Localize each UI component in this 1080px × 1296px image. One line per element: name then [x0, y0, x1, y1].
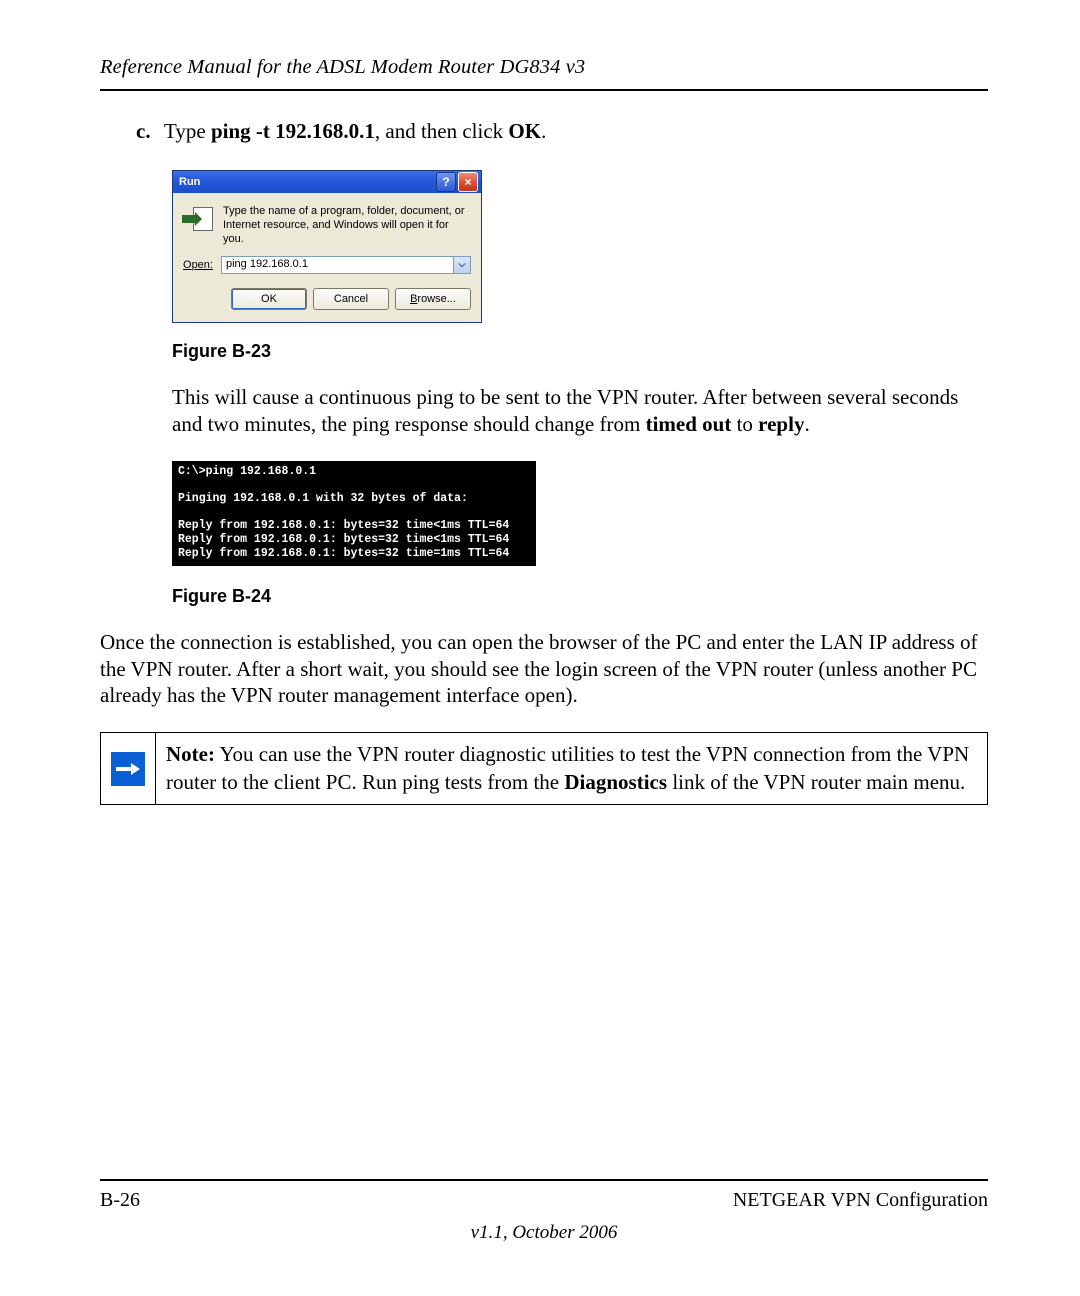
page-footer: B-26 NETGEAR VPN Configuration v1.1, Oct…: [100, 1179, 988, 1244]
page-number: B-26: [100, 1189, 140, 1212]
footer-version: v1.1, October 2006: [100, 1222, 988, 1244]
step-instruction: c.Type ping -t 192.168.0.1, and then cli…: [136, 119, 988, 144]
step-prefix: Type: [164, 119, 211, 143]
run-body: Type the name of a program, folder, docu…: [173, 193, 481, 254]
open-label: Open:: [183, 259, 213, 271]
paragraph-connection: Once the connection is established, you …: [100, 629, 988, 708]
figure-run-dialog: Run ? × Type the name of a program, fold…: [172, 170, 988, 323]
chevron-down-icon[interactable]: [453, 257, 470, 273]
footer-rule: [100, 1179, 988, 1181]
footer-row: B-26 NETGEAR VPN Configuration: [100, 1189, 988, 1212]
note-icon-cell: [101, 733, 156, 804]
console-output: C:\>ping 192.168.0.1 Pinging 192.168.0.1…: [172, 461, 536, 566]
header-title: Reference Manual for the ADSL Modem Rout…: [100, 56, 585, 78]
step-command: ping -t 192.168.0.1: [211, 119, 375, 143]
run-dialog: Run ? × Type the name of a program, fold…: [172, 170, 482, 323]
help-icon[interactable]: ?: [436, 172, 456, 192]
cancel-button[interactable]: Cancel: [313, 288, 389, 310]
step-mid: , and then click: [375, 119, 509, 143]
open-input[interactable]: ping 192.168.0.1: [221, 256, 471, 274]
step-suffix: .: [541, 119, 546, 143]
open-row: Open: ping 192.168.0.1: [173, 254, 481, 288]
step-ok: OK: [508, 119, 541, 143]
ok-button[interactable]: OK: [231, 288, 307, 310]
step-marker: c.: [136, 119, 164, 144]
browse-button[interactable]: Browse...: [395, 288, 471, 310]
figure-caption-b24: Figure B-24: [172, 586, 988, 607]
close-icon[interactable]: ×: [458, 172, 478, 192]
run-description: Type the name of a program, folder, docu…: [223, 205, 471, 246]
arrow-right-icon: [111, 752, 145, 786]
note-text: Note: You can use the VPN router diagnos…: [156, 733, 987, 804]
page-header: Reference Manual for the ADSL Modem Rout…: [100, 56, 988, 91]
note-box: Note: You can use the VPN router diagnos…: [100, 732, 988, 805]
window-title: Run: [179, 176, 200, 188]
manual-page: Reference Manual for the ADSL Modem Rout…: [0, 0, 1080, 1296]
figure-caption-b23: Figure B-23: [172, 341, 988, 362]
section-title: NETGEAR VPN Configuration: [733, 1189, 988, 1212]
run-program-icon: [183, 207, 213, 233]
open-input-value: ping 192.168.0.1: [226, 258, 308, 270]
button-row: OK Cancel Browse...: [173, 288, 481, 322]
title-bar: Run ? ×: [173, 171, 481, 193]
paragraph-ping-explain: This will cause a continuous ping to be …: [172, 384, 988, 437]
